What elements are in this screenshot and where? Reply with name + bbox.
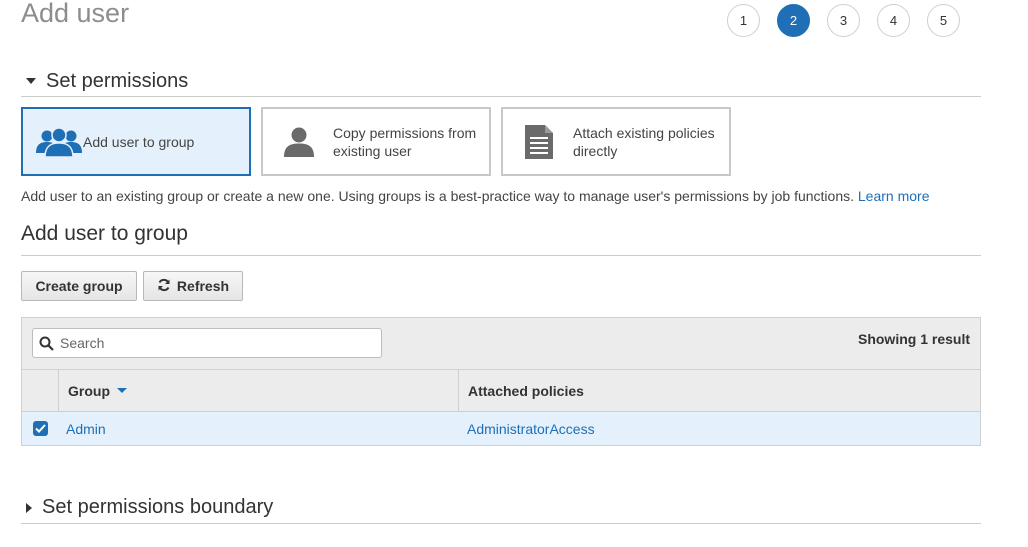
table-row[interactable]: Admin AdministratorAccess [22,412,980,445]
create-group-button[interactable]: Create group [21,271,137,301]
wizard-steps: 1 2 3 4 5 [727,4,960,37]
search-icon [39,336,54,351]
row-check-cell [22,412,58,445]
step-1[interactable]: 1 [727,4,760,37]
search-box[interactable] [32,328,382,358]
option-add-to-group-label: Add user to group [83,133,195,150]
checkmark-icon [34,424,46,433]
user-icon [275,127,323,157]
header-check-cell [22,370,59,411]
groups-table: Showing 1 result Group Attached policies… [21,317,981,446]
document-icon [515,124,563,159]
option-copy-permissions[interactable]: Copy permissions from existing user [261,107,491,176]
step-5[interactable]: 5 [927,4,960,37]
option-copy-permissions-label: Copy permissions from existing user [333,124,476,160]
caret-down-icon [26,78,36,84]
refresh-label: Refresh [176,278,230,294]
result-count: Showing 1 result [857,331,970,347]
set-permissions-boundary-label: Set permissions boundary [42,496,274,518]
step-3[interactable]: 3 [827,4,860,37]
row-checkbox[interactable] [32,421,48,436]
page-title: Add user [21,0,130,28]
caret-right-icon [26,502,32,513]
option-attach-line1: Attach existing policies [573,124,715,141]
row-group-cell: Admin [58,412,459,445]
search-input[interactable] [58,334,362,352]
create-group-label: Create group [35,278,123,294]
table-toolbar: Showing 1 result [22,318,980,370]
group-link-admin[interactable]: Admin [66,421,106,437]
refresh-button[interactable]: Refresh [143,271,243,301]
refresh-icon [157,278,171,295]
permissions-description: Add user to an existing group or create … [21,188,929,204]
step-2[interactable]: 2 [777,4,810,37]
option-attach-policies[interactable]: Attach existing policies directly [501,107,731,176]
users-group-icon [35,126,83,157]
option-attach-policies-label: Attach existing policies directly [573,124,715,160]
policy-link-administratoraccess[interactable]: AdministratorAccess [467,421,595,437]
column-header-group[interactable]: Group [59,370,459,411]
sort-descending-icon [117,388,127,393]
description-text: Add user to an existing group or create … [21,188,854,204]
option-add-to-group[interactable]: Add user to group [21,107,251,176]
step-4[interactable]: 4 [877,4,910,37]
set-permissions-header[interactable]: Set permissions [21,66,981,97]
set-permissions-boundary-header[interactable]: Set permissions boundary [21,492,981,524]
option-attach-line2: directly [573,142,618,159]
set-permissions-label: Set permissions [46,69,189,92]
column-header-policies: Attached policies [459,370,980,411]
add-user-to-group-heading: Add user to group [21,222,981,256]
option-copy-line2: existing user [333,142,412,159]
row-policies-cell: AdministratorAccess [459,412,980,445]
column-header-policies-label: Attached policies [468,382,584,399]
learn-more-link[interactable]: Learn more [858,188,930,204]
column-header-group-label: Group [68,382,110,399]
option-copy-line1: Copy permissions from [333,124,477,141]
table-header-row: Group Attached policies [22,370,980,412]
